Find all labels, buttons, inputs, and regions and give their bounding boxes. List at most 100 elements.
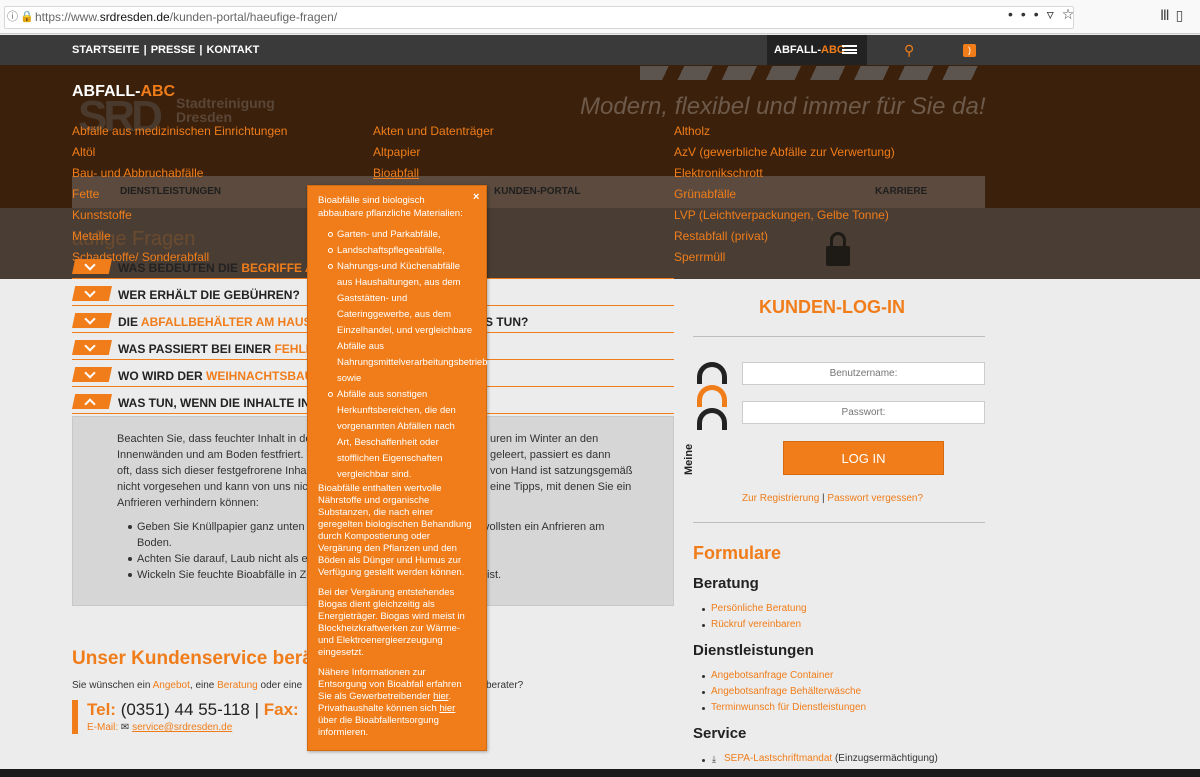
abc-link[interactable]: Altholz — [674, 124, 710, 138]
answer-text: geleert, passiert es dann — [490, 449, 611, 461]
chevron-down-icon — [84, 286, 96, 298]
info-icon[interactable]: ⓘ — [7, 7, 19, 28]
forgot-password-link[interactable]: Passwort vergessen? — [827, 493, 923, 504]
url-prefix: https://www. — [35, 10, 100, 24]
abc-link[interactable]: Sperrmüll — [674, 250, 725, 264]
username-input[interactable] — [742, 362, 985, 385]
popup-text-part: . — [448, 691, 452, 702]
rss-icon[interactable]: ) — [963, 44, 976, 57]
link-angebot-container[interactable]: Angebotsanfrage Container — [711, 670, 833, 681]
ks-text: oder eine — [257, 680, 303, 691]
popup-text: aus Haushaltungen, aus dem — [337, 277, 461, 288]
faq-q-part: WAS BEDEUTEN DIE — [118, 261, 242, 275]
bookmark-star-icon[interactable]: ☆ — [1062, 6, 1083, 22]
faq-toggle[interactable] — [72, 286, 112, 301]
email-label: E-Mail: — [87, 722, 121, 733]
faq-toggle[interactable] — [72, 340, 112, 355]
faq-toggle[interactable] — [72, 259, 112, 274]
subnav-dienstleistungen[interactable]: DIENSTLEISTUNGEN — [120, 186, 221, 197]
srd-logo-arc — [697, 385, 727, 407]
abc-link[interactable]: Akten und Datenträger — [373, 124, 494, 138]
abc-link[interactable]: Fette — [72, 187, 99, 201]
gewerbe-hier-link[interactable]: hier — [433, 691, 448, 702]
top-navigation: STARTSEITE | PRESSE | KONTAKT — [0, 35, 1200, 65]
sidebar-icon[interactable]: ▯ — [1176, 7, 1190, 23]
search-icon[interactable]: ⚲ — [904, 42, 914, 59]
library-icons[interactable]: Ⅲ▯ — [1160, 7, 1189, 24]
popup-text: Abfälle aus sonstigen — [337, 389, 428, 400]
link-persoenliche-beratung[interactable]: Persönliche Beratung — [711, 603, 807, 614]
abc-link[interactable]: Metalle — [72, 229, 111, 243]
abc-link[interactable]: Restabfall (privat) — [674, 229, 768, 243]
chevron-down-icon — [84, 340, 96, 352]
abc-link[interactable]: Altöl — [72, 145, 95, 159]
privat-hier-link[interactable]: hier — [439, 703, 455, 714]
faq-question[interactable]: WAS TUN, WENN DIE INHALTE IN — [118, 396, 310, 410]
abc-link-active[interactable]: Bioabfall — [373, 166, 419, 180]
faq-q-accent: ABFALLBEHÄLTER AM HAUS — [140, 315, 312, 329]
chevron-down-icon — [84, 313, 96, 325]
beratung-heading: Beratung — [693, 575, 759, 592]
nav-presse[interactable]: PRESSE — [151, 44, 196, 56]
abc-link[interactable]: Bau- und Abbruchabfälle — [72, 166, 203, 180]
subnav-kunden-portal[interactable]: KUNDEN-PORTAL — [494, 186, 580, 197]
nav-startseite[interactable]: STARTSEITE — [72, 44, 140, 56]
abc-link[interactable]: LVP (Leichtverpackungen, Gelbe Tonne) — [674, 208, 889, 222]
abc-link[interactable]: Elektronikschrott — [674, 166, 763, 180]
abc-link[interactable]: Grünabfälle — [674, 187, 736, 201]
popup-text: vorgenannten Abfällen nach — [337, 421, 455, 432]
envelope-icon: ✉ — [120, 722, 133, 733]
circle-bullet-icon — [328, 248, 333, 253]
popup-text: Bioabfälle sind biologisch — [318, 195, 425, 206]
library-icon[interactable]: Ⅲ — [1160, 7, 1176, 23]
close-icon[interactable]: × — [473, 191, 479, 203]
faq-q-part: WO WIRD DER — [118, 369, 206, 383]
link-angebot-behaelterwaesche[interactable]: Angebotsanfrage Behälterwäsche — [711, 686, 861, 697]
faq-question[interactable]: DIE ABFALLBEHÄLTER AM HAUS V — [118, 315, 323, 329]
answer-text: eine Tipps, mit denen Sie ein — [490, 481, 632, 493]
link-rueckruf[interactable]: Rückruf vereinbaren — [711, 619, 801, 630]
faq-question[interactable]: WO WIRD DER WEIHNACHTSBAU — [118, 369, 313, 383]
popup-text: Einzelhandel, und vergleichbare — [337, 325, 473, 336]
email-link[interactable]: service@srdresden.de — [132, 722, 232, 733]
url-bar[interactable]: ⓘ 🔒 https://www.srdresden.de/kunden-port… — [4, 6, 1074, 29]
abc-link[interactable]: AzV (gewerbliche Abfälle zur Verwertung) — [674, 145, 895, 159]
answer-text: von Hand ist satzungsgemäß — [490, 465, 633, 477]
faq-q-part: WAS PASSIERT BEI EINER — [118, 342, 275, 356]
kundenservice-text: Sie wünschen ein Angebot, eine Beratung … — [72, 680, 302, 691]
popup-text: eingesetzt. — [318, 647, 364, 658]
nav-kontakt[interactable]: KONTAKT — [206, 44, 259, 56]
abc-link[interactable]: Altpapier — [373, 145, 420, 159]
answer-text: Anfrieren verhindern können: — [117, 497, 259, 509]
faq-question[interactable]: WAS BEDEUTEN DIE BEGRIFFE AU — [118, 261, 322, 275]
answer-bullet: Wickeln Sie feuchte Bioabfälle in Zeit — [137, 569, 318, 581]
sepa-link[interactable]: SEPA-Lastschriftmandat — [724, 753, 832, 764]
popup-text: Art, Beschaffenheit oder — [337, 437, 439, 448]
angebot-link[interactable]: Angebot — [153, 680, 190, 691]
more-actions-icon[interactable]: ••• — [1008, 6, 1047, 22]
tel-number[interactable]: (0351) 44 55-118 | — [116, 700, 264, 719]
faq-question[interactable]: WER ERHÄLT DIE GEBÜHREN? — [118, 288, 300, 302]
register-link[interactable]: Zur Registrierung — [742, 493, 819, 504]
popup-text: sowie — [337, 373, 362, 384]
faq-toggle[interactable] — [72, 394, 112, 409]
answer-text: uren im Winter an den — [490, 433, 599, 445]
pocket-icon[interactable]: ▿ — [1047, 6, 1062, 22]
faq-question[interactable]: WAS PASSIERT BEI EINER FEHLBE — [118, 342, 322, 356]
page-actions[interactable]: •••▿☆ — [1008, 6, 1082, 23]
answer-text: Beachten Sie, dass feuchter Inhalt in de… — [117, 433, 325, 445]
subnav-karriere[interactable]: KARRIERE — [875, 186, 927, 197]
abc-link[interactable]: Kunststoffe — [72, 208, 132, 222]
login-links: Zur Registrierung | Passwort vergessen? — [742, 493, 923, 504]
abfall-abc-tab[interactable]: ABFALL-ABC — [767, 35, 867, 65]
link-terminwunsch[interactable]: Terminwunsch für Dienstleistungen — [711, 702, 866, 713]
beratung-link[interactable]: Beratung — [217, 680, 258, 691]
abc-link[interactable]: Abfälle aus medizinischen Einrichtungen — [72, 124, 287, 138]
popup-text: Nahrungsmittelverarbeitungsbetrieb — [337, 357, 488, 368]
hamburger-icon — [842, 45, 857, 54]
faq-toggle[interactable] — [72, 313, 112, 328]
abc-tab-label: ABFALL- — [774, 44, 822, 56]
faq-toggle[interactable] — [72, 367, 112, 382]
login-button[interactable]: LOG IN — [783, 441, 944, 475]
password-input[interactable] — [742, 401, 985, 424]
